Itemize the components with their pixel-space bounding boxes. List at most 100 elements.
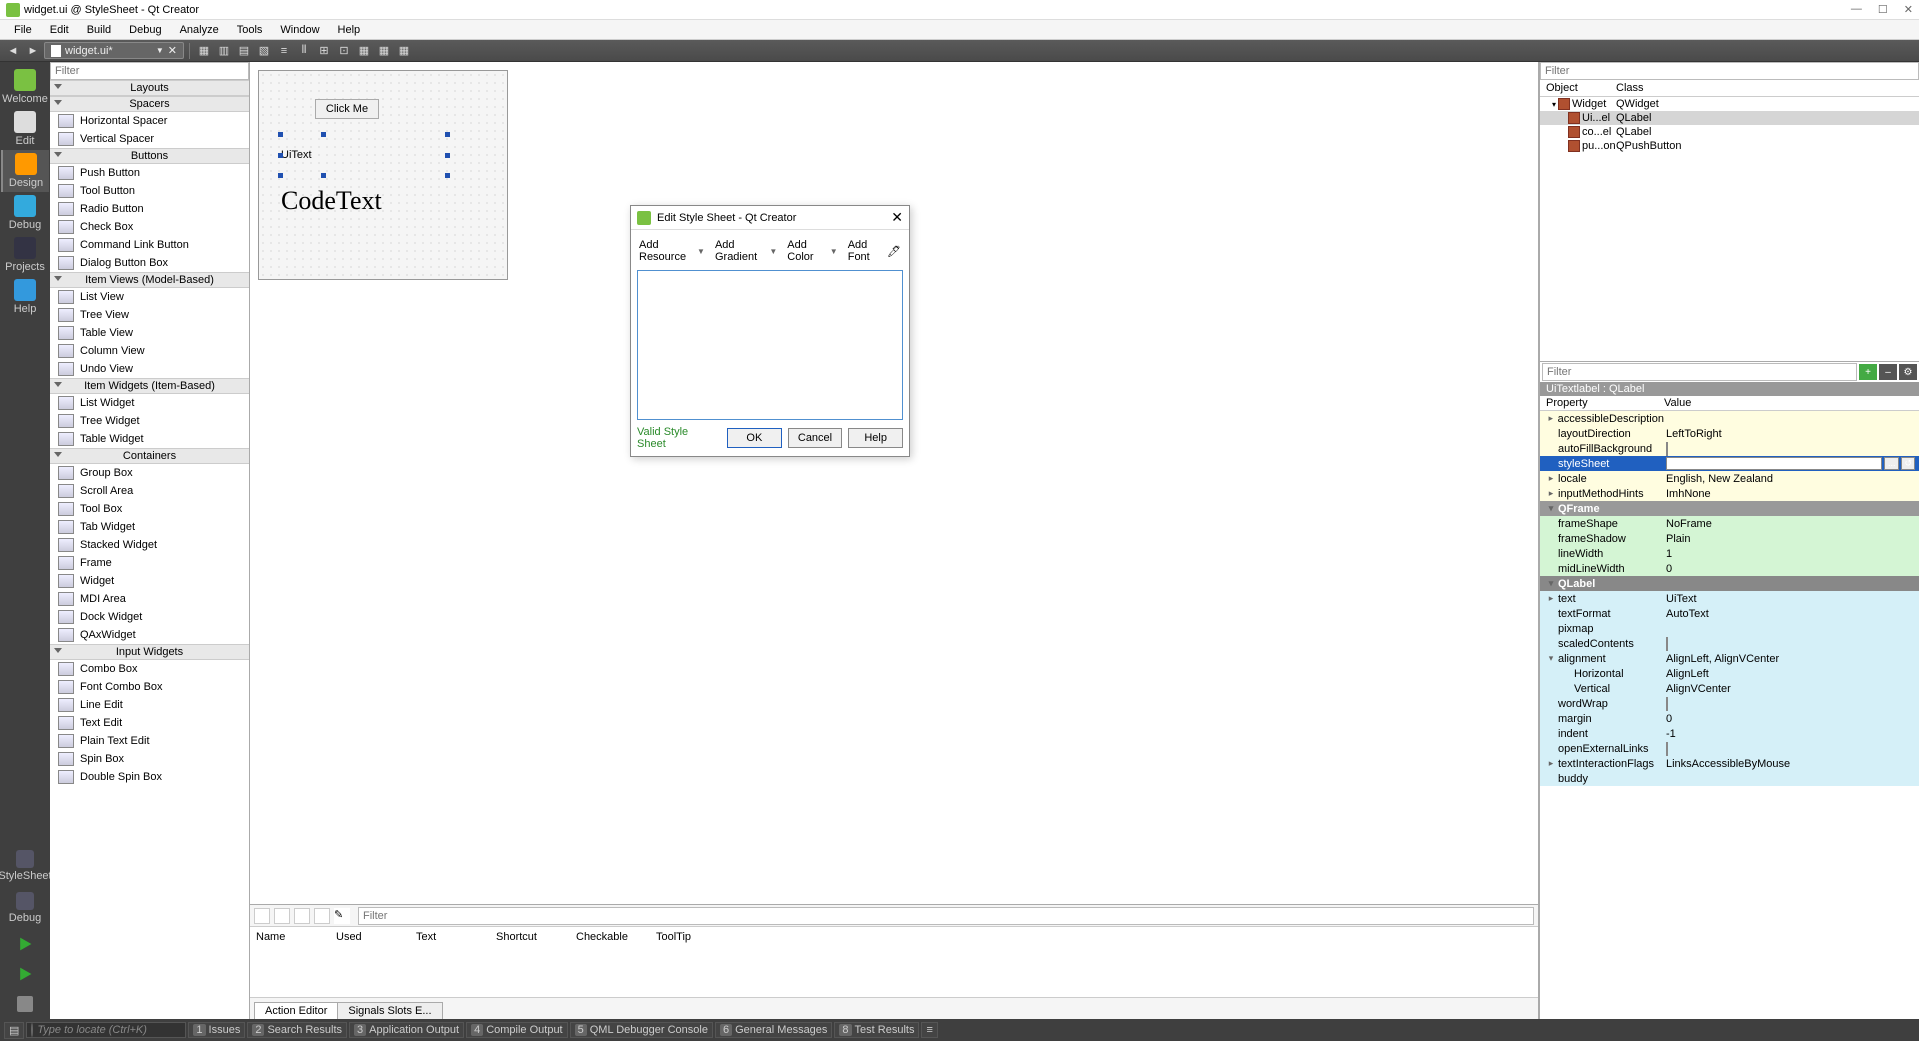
widget-plain-text-edit[interactable]: Plain Text Edit: [50, 732, 249, 750]
output-pane-compile-output[interactable]: 4 Compile Output: [466, 1022, 568, 1038]
widget-table-widget[interactable]: Table Widget: [50, 430, 249, 448]
property-row-stylesheet[interactable]: styleSheet...↺: [1540, 456, 1919, 471]
property-row-inputmethodhints[interactable]: ▸inputMethodHintsImhNone: [1540, 486, 1919, 501]
property-row-vertical[interactable]: VerticalAlignVCenter: [1540, 681, 1919, 696]
copy-action-icon[interactable]: [274, 908, 290, 924]
layout-h-icon[interactable]: ▦: [195, 42, 213, 60]
preview-icon[interactable]: ▦: [395, 42, 413, 60]
object-row[interactable]: Ui...elQLabel: [1540, 111, 1919, 125]
widget-tree-widget[interactable]: Tree Widget: [50, 412, 249, 430]
widget-mdi-area[interactable]: MDI Area: [50, 590, 249, 608]
chevron-down-icon[interactable]: ▼: [767, 246, 779, 257]
output-pane-search-results[interactable]: 2 Search Results: [247, 1022, 347, 1038]
menu-edit[interactable]: Edit: [42, 22, 77, 38]
widget-push-button[interactable]: Push Button: [50, 164, 249, 182]
dialog-add-font[interactable]: Add Font: [846, 238, 883, 264]
widget-check-box[interactable]: Check Box: [50, 218, 249, 236]
layout-grid-icon[interactable]: ▤: [235, 42, 253, 60]
dialog-add-color[interactable]: Add Color: [785, 238, 826, 264]
property-row-margin[interactable]: margin0: [1540, 711, 1919, 726]
widget-group-box[interactable]: Group Box: [50, 464, 249, 482]
widget-widget[interactable]: Widget: [50, 572, 249, 590]
object-row[interactable]: pu...onQPushButton: [1540, 139, 1919, 153]
form-label-uitext[interactable]: UiText: [281, 135, 447, 175]
menu-debug[interactable]: Debug: [121, 22, 169, 38]
property-row-buddy[interactable]: buddy: [1540, 771, 1919, 786]
property-row-indent[interactable]: indent-1: [1540, 726, 1919, 741]
widget-list-view[interactable]: List View: [50, 288, 249, 306]
new-action-icon[interactable]: [254, 908, 270, 924]
widget-undo-view[interactable]: Undo View: [50, 360, 249, 378]
widgetgroup-buttons[interactable]: Buttons: [50, 148, 249, 164]
widgetgroup-containers[interactable]: Containers: [50, 448, 249, 464]
widgetgroup-item-widgets-item-based-[interactable]: Item Widgets (Item-Based): [50, 378, 249, 394]
object-row[interactable]: ▾WidgetQWidget: [1540, 97, 1919, 111]
property-row-textformat[interactable]: textFormatAutoText: [1540, 606, 1919, 621]
property-row-frameshadow[interactable]: frameShadowPlain: [1540, 531, 1919, 546]
form-pushbutton[interactable]: Click Me: [315, 99, 379, 119]
maximize-icon[interactable]: ☐: [1878, 3, 1888, 16]
property-row-wordwrap[interactable]: wordWrap: [1540, 696, 1919, 711]
output-pane-qml-debugger-console[interactable]: 5 QML Debugger Console: [570, 1022, 713, 1038]
layout-vsplit-icon[interactable]: ⦀: [295, 42, 313, 60]
property-row-alignment[interactable]: ▾alignmentAlignLeft, AlignVCenter: [1540, 651, 1919, 666]
layout-hsplit-icon[interactable]: ≡: [275, 42, 293, 60]
widgetgroup-layouts[interactable]: Layouts: [50, 80, 249, 96]
nav-fwd-icon[interactable]: ►: [24, 42, 42, 60]
menu-window[interactable]: Window: [272, 22, 327, 38]
action-filter-input[interactable]: [358, 907, 1534, 925]
close-tab-icon[interactable]: ✕: [168, 44, 177, 57]
output-toggle-icon[interactable]: ≡: [921, 1022, 937, 1038]
property-filter-input[interactable]: [1542, 363, 1857, 381]
layout-v-icon[interactable]: ▥: [215, 42, 233, 60]
layout-form-icon[interactable]: ▧: [255, 42, 273, 60]
widget-combo-box[interactable]: Combo Box: [50, 660, 249, 678]
widget-qaxwidget[interactable]: QAxWidget: [50, 626, 249, 644]
kit-stylesheet[interactable]: StyleSheet: [1, 845, 49, 887]
widget-column-view[interactable]: Column View: [50, 342, 249, 360]
output-pane-application-output[interactable]: 3 Application Output: [349, 1022, 464, 1038]
mode-help[interactable]: Help: [1, 276, 49, 318]
property-row-qlabel[interactable]: ▾QLabel: [1540, 576, 1919, 591]
widget-tool-box[interactable]: Tool Box: [50, 500, 249, 518]
chevron-down-icon[interactable]: ▼: [695, 246, 707, 257]
mode-design[interactable]: Design: [1, 150, 49, 192]
menu-analyze[interactable]: Analyze: [172, 22, 227, 38]
form-canvas[interactable]: Click Me UiText CodeText: [258, 70, 508, 280]
widget-line-edit[interactable]: Line Edit: [50, 696, 249, 714]
widget-spin-box[interactable]: Spin Box: [50, 750, 249, 768]
chevron-down-icon[interactable]: ▼: [828, 246, 840, 257]
help-button[interactable]: Help: [848, 428, 903, 448]
widget-table-view[interactable]: Table View: [50, 324, 249, 342]
widget-dialog-button-box[interactable]: Dialog Button Box: [50, 254, 249, 272]
property-row-textinteractionflags[interactable]: ▸textInteractionFlagsLinksAccessibleByMo…: [1540, 756, 1919, 771]
output-pane-test-results[interactable]: 8 Test Results: [834, 1022, 919, 1038]
mode-debug[interactable]: Debug: [1, 192, 49, 234]
menu-build[interactable]: Build: [79, 22, 119, 38]
add-property-icon[interactable]: +: [1859, 364, 1877, 380]
tab-signals-slots-e-[interactable]: Signals Slots E...: [337, 1002, 442, 1019]
dialog-add-resource[interactable]: Add Resource: [637, 238, 693, 264]
widget-filter-input[interactable]: [50, 62, 249, 80]
widget-scroll-area[interactable]: Scroll Area: [50, 482, 249, 500]
chevron-down-icon[interactable]: ▼: [156, 46, 164, 55]
document-tab[interactable]: widget.ui* ▼ ✕: [44, 42, 184, 59]
property-row-text[interactable]: ▸textUiText: [1540, 591, 1919, 606]
dialog-add-gradient[interactable]: Add Gradient: [713, 238, 765, 264]
mode-projects[interactable]: Projects: [1, 234, 49, 276]
minimize-icon[interactable]: —: [1851, 3, 1862, 16]
object-row[interactable]: co...elQLabel: [1540, 125, 1919, 139]
property-row-autofillbackground[interactable]: autoFillBackground: [1540, 441, 1919, 456]
widgetgroup-item-views-model-based-[interactable]: Item Views (Model-Based): [50, 272, 249, 288]
widgetgroup-input-widgets[interactable]: Input Widgets: [50, 644, 249, 660]
widget-text-edit[interactable]: Text Edit: [50, 714, 249, 732]
widget-tab-widget[interactable]: Tab Widget: [50, 518, 249, 536]
run-debug-button[interactable]: [1, 959, 49, 989]
settings-icon[interactable]: ⚙: [1899, 364, 1917, 380]
menu-tools[interactable]: Tools: [229, 22, 271, 38]
run-button[interactable]: [1, 929, 49, 959]
object-filter-input[interactable]: [1540, 62, 1919, 80]
menu-file[interactable]: File: [6, 22, 40, 38]
mode-welcome[interactable]: Welcome: [1, 66, 49, 108]
property-row-frameshape[interactable]: frameShapeNoFrame: [1540, 516, 1919, 531]
